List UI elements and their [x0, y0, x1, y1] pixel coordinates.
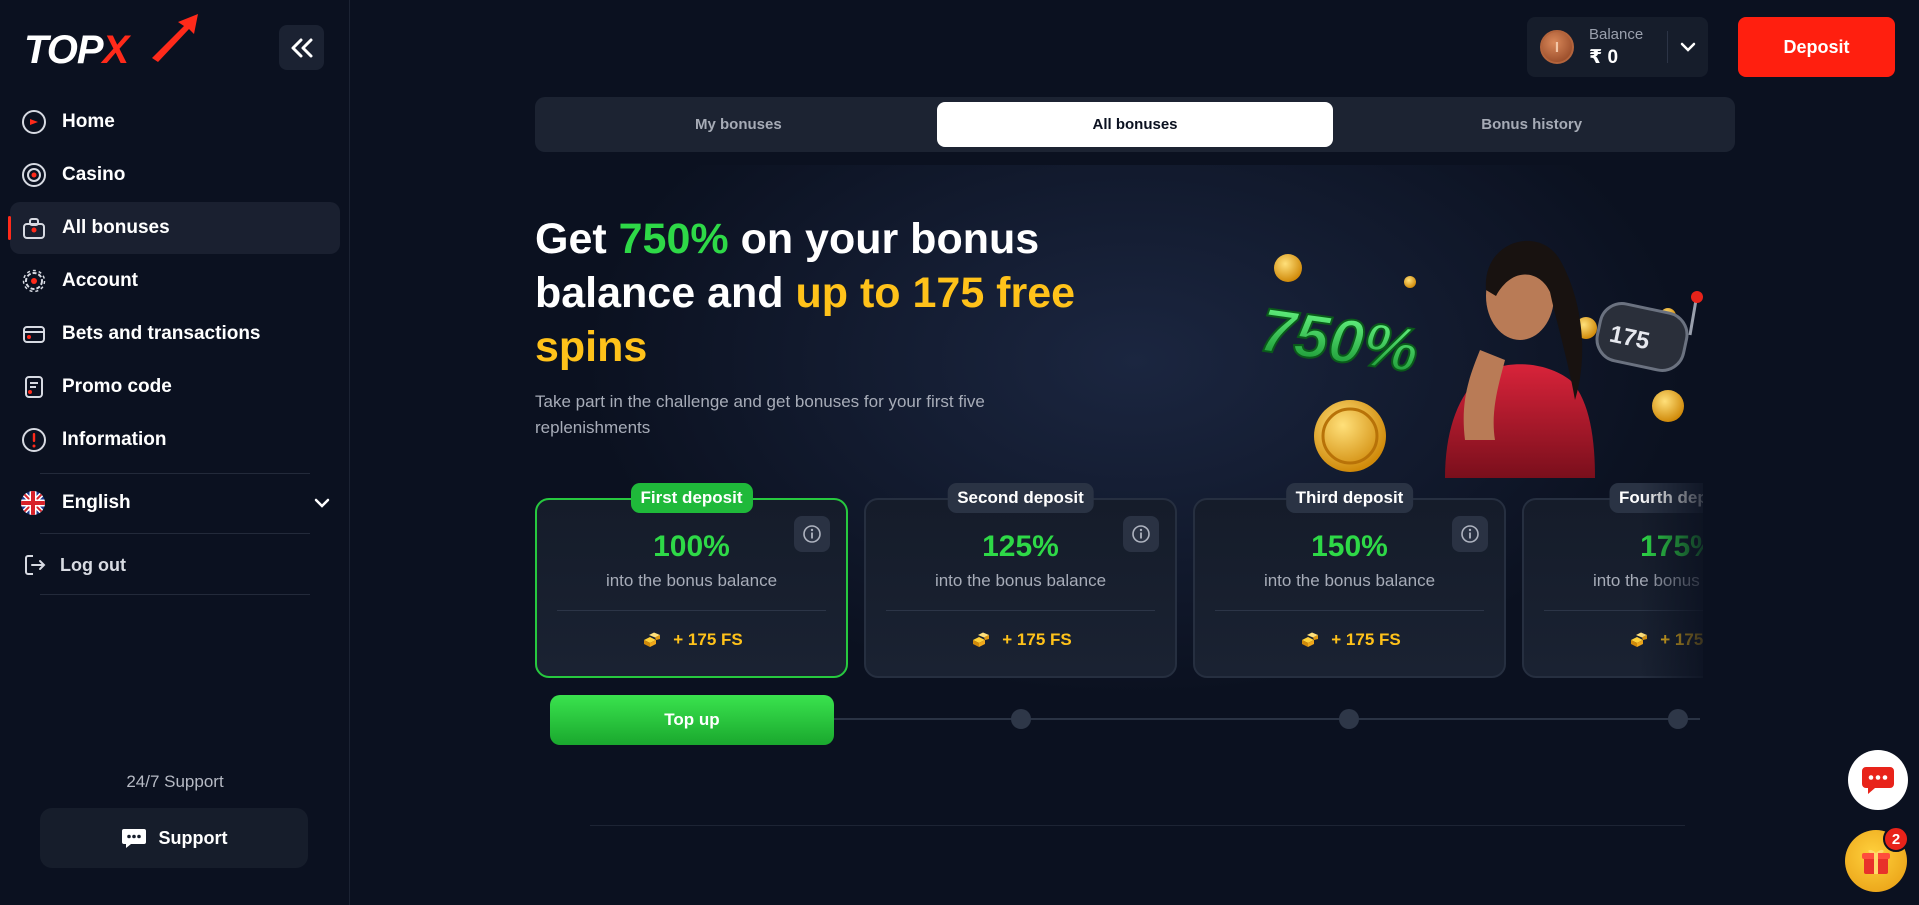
live-chat-button[interactable]: [1848, 750, 1908, 810]
logo-text: TOP: [24, 28, 104, 72]
sidebar-item-account[interactable]: Account: [10, 255, 340, 307]
free-spins-label: + 175 FS: [1331, 630, 1401, 649]
hero-title-percent: 750%: [618, 215, 729, 263]
bonus-tabs: My bonuses All bonuses Bonus history: [535, 97, 1735, 152]
progress-step-dot: [1011, 709, 1031, 729]
logout-button[interactable]: Log out: [24, 550, 126, 580]
sidebar-item-promo-code[interactable]: Promo code: [10, 361, 340, 413]
collapse-sidebar-button[interactable]: [279, 25, 324, 70]
sidebar-item-home[interactable]: Home: [10, 96, 340, 148]
sidebar-item-bets-transactions[interactable]: Bets and transactions: [10, 308, 340, 360]
info-icon: [20, 426, 48, 454]
deposit-card-tag: First deposit: [630, 483, 753, 513]
gold-bars-icon: [1302, 632, 1319, 647]
deposit-progress-line: [830, 718, 1700, 720]
sidebar-divider: [40, 473, 310, 474]
double-chevron-left-icon: [291, 38, 312, 57]
hero-subtitle: Take part in the challenge and get bonus…: [535, 392, 985, 437]
deposit-card-free-spins: + 175 FS: [1195, 630, 1504, 650]
support-title: 24/7 Support: [126, 772, 224, 791]
balance-value: ₹ 0: [1589, 46, 1619, 68]
sidebar-divider: [40, 533, 310, 534]
support-button[interactable]: Support: [40, 808, 308, 868]
chevron-down-icon: [314, 498, 330, 508]
hero-750-text: 750%: [1256, 296, 1423, 386]
deposit-card-percent: 125%: [982, 530, 1059, 563]
top-up-button[interactable]: Top up: [550, 695, 834, 745]
deposit-card[interactable]: Third deposit 150% into the bonus balanc…: [1193, 483, 1506, 678]
gold-bars-icon: [973, 632, 990, 647]
balance-widget[interactable]: I Balance ₹ 0: [1527, 17, 1708, 77]
deposit-card-free-spins: + 175 FS: [866, 630, 1175, 650]
hero-illustration: 750% 175: [1255, 240, 1703, 478]
sidebar-item-label: Information: [62, 429, 167, 450]
sidebar-item-label: Home: [62, 111, 115, 132]
sidebar-item-label: Bets and transactions: [62, 323, 261, 344]
logo-accent: X: [102, 28, 130, 72]
balance-label: Balance: [1589, 25, 1644, 43]
sidebar-item-all-bonuses[interactable]: All bonuses: [8, 202, 340, 254]
deposit-card-divider: [886, 610, 1155, 611]
sidebar-divider: [40, 594, 310, 595]
section-divider: [590, 825, 1685, 826]
chat-bubble-icon: [121, 829, 146, 848]
language-selector[interactable]: English: [20, 488, 330, 518]
sidebar-item-label: All bonuses: [62, 217, 170, 238]
casino-chip-icon: [20, 161, 48, 189]
logo-arrow-icon: [152, 14, 198, 62]
deposit-card-percent: 100%: [653, 530, 730, 563]
progress-step-dot: [1339, 709, 1359, 729]
chevron-down-icon[interactable]: [1680, 41, 1696, 53]
free-spins-label: + 175 FS: [673, 630, 743, 649]
deposit-card-free-spins: + 175 FS: [537, 630, 846, 650]
hero-title-part: Get: [535, 215, 619, 263]
support-button-label: Support: [158, 827, 228, 848]
deposit-card[interactable]: First deposit 100% into the bonus balanc…: [535, 483, 848, 678]
deposit-card-divider: [1215, 610, 1484, 611]
deposit-cards-row: First deposit 100% into the bonus balanc…: [535, 480, 1703, 680]
level-coin-icon: I: [1540, 30, 1574, 64]
tab-bonus-history[interactable]: Bonus history: [1333, 102, 1730, 147]
sidebar-item-information[interactable]: Information: [10, 414, 340, 466]
progress-step-dot: [1668, 709, 1688, 729]
deposit-card-description: into the bonus balance: [934, 571, 1107, 590]
chat-bubble-icon: [1862, 767, 1894, 794]
deposit-card-tag: Third deposit: [1285, 483, 1414, 513]
deposit-card-percent: 150%: [1311, 530, 1388, 563]
uk-flag-icon: [21, 491, 45, 515]
sidebar-nav: Home Casino All bonuses Account Bets and…: [8, 96, 340, 467]
sidebar-item-label: Account: [62, 270, 138, 291]
notification-badge: 2: [1883, 826, 1909, 852]
logout-label: Log out: [60, 554, 126, 575]
deposit-card-description: into the bonus balance: [1263, 571, 1436, 590]
gold-bars-icon: [644, 632, 661, 647]
ticket-icon: [20, 373, 48, 401]
language-label: English: [62, 492, 131, 513]
hero-title: Get 750% on your bonus balance and up to…: [535, 212, 1135, 374]
home-icon: [20, 108, 48, 136]
receipt-icon: [20, 320, 48, 348]
deposit-card-divider: [557, 610, 826, 611]
topx-logo[interactable]: TOPX: [24, 12, 198, 74]
gift-box-icon: [1862, 849, 1890, 874]
balance-separator: [1667, 31, 1669, 63]
sidebar-item-label: Casino: [62, 164, 126, 185]
deposit-card-tag: Second deposit: [947, 483, 1094, 513]
sidebar-item-label: Promo code: [62, 376, 172, 397]
deposit-card-description: into the bonus balance: [605, 571, 778, 590]
cards-fade-overlay: [1640, 480, 1710, 680]
deposit-card[interactable]: Second deposit 125% into the bonus balan…: [864, 483, 1177, 678]
gift-icon: [20, 214, 48, 242]
gear-icon: [20, 267, 48, 295]
sidebar-item-casino[interactable]: Casino: [10, 149, 340, 201]
logout-icon: [25, 555, 46, 575]
free-spins-label: + 175 FS: [1002, 630, 1072, 649]
deposit-button[interactable]: Deposit: [1738, 17, 1895, 77]
sidebar: TOPX Home Casino All bonuses Account Bet…: [0, 0, 350, 905]
tab-my-bonuses[interactable]: My bonuses: [540, 102, 937, 147]
tab-all-bonuses[interactable]: All bonuses: [936, 102, 1334, 147]
